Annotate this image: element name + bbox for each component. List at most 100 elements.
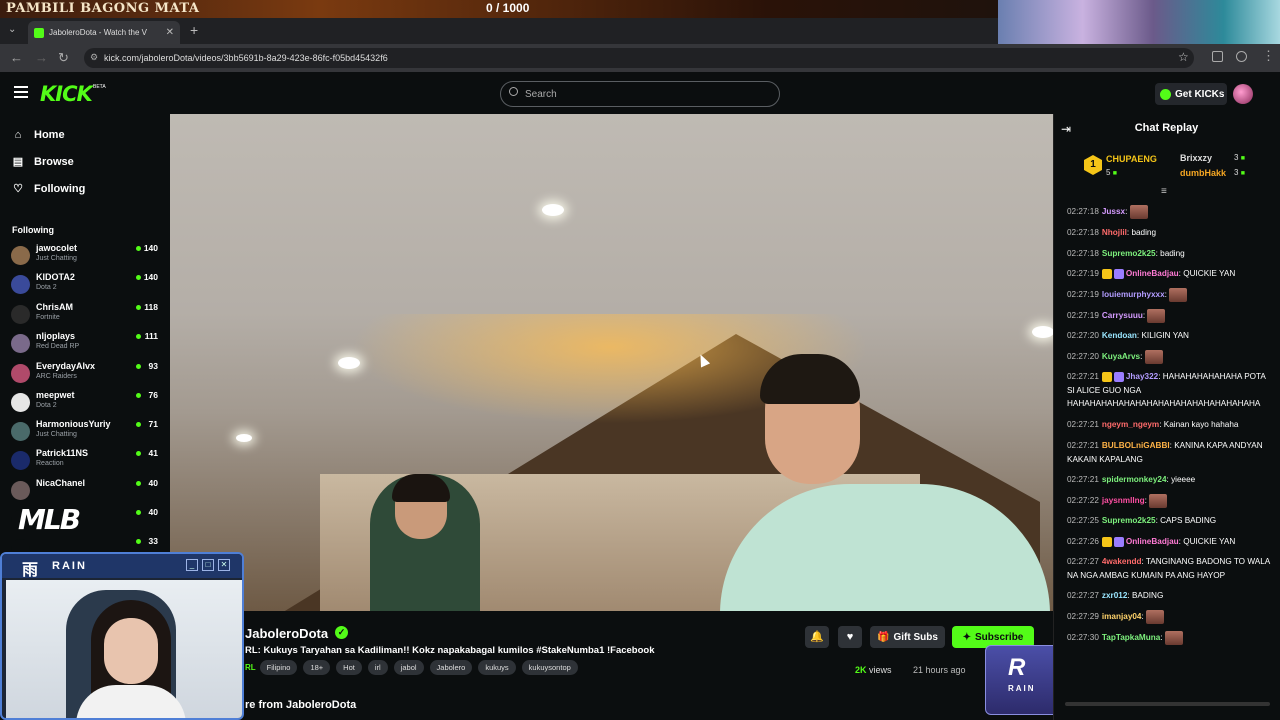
message-username[interactable]: KuyaArvs (1102, 352, 1140, 361)
tab-search-icon[interactable]: ⌄ (8, 24, 16, 35)
reload-icon[interactable]: ↻ (58, 50, 69, 66)
leaderboard-user-2[interactable]: Brixxzy (1180, 153, 1212, 163)
search-input[interactable]: Search (500, 81, 780, 107)
message-username[interactable]: Supremo2k25 (1102, 249, 1156, 258)
site-info-icon[interactable]: ⚙ (90, 52, 98, 63)
message-username[interactable]: BULBOLniGABBI (1102, 441, 1170, 450)
expand-leaderboard-icon[interactable]: ≡ (1161, 186, 1167, 197)
message-username[interactable]: zxr012 (1102, 591, 1128, 600)
gift-gem-icon: ■ (1240, 170, 1245, 177)
video-player[interactable] (170, 114, 1053, 611)
viewer-count: 71 (148, 419, 158, 429)
back-icon[interactable]: ← (10, 50, 23, 65)
profile-icon[interactable] (1236, 51, 1247, 62)
viewer-count: 93 (148, 361, 158, 371)
sidebar-nav-home[interactable]: ⌂ Home (12, 129, 65, 141)
message-text: bading (1160, 249, 1185, 258)
live-dot-icon (136, 451, 141, 456)
message-username[interactable]: imanjay04 (1102, 612, 1142, 621)
tab-close-icon[interactable]: ✕ (166, 27, 174, 38)
extensions-icon[interactable] (1212, 51, 1223, 62)
bookmark-star-icon[interactable]: ☆ (1178, 50, 1189, 64)
channel-name: NicaChanel (36, 478, 86, 488)
hamburger-menu-icon[interactable] (14, 86, 28, 101)
overlay-hero-art (998, 0, 1280, 44)
rain-brand-text: RAIN (52, 560, 87, 572)
kick-logo[interactable]: KICK (40, 82, 93, 106)
video-title: RL: Kukuys Taryahan sa Kadiliman!! Kokz … (245, 645, 655, 656)
channel-name[interactable]: JaboleroDota (245, 626, 328, 641)
viewer-count: 40 (148, 507, 158, 517)
following-channel-item[interactable]: EverydayAlvx ARC Raiders 93 (11, 361, 161, 389)
following-channel-item[interactable]: HarmoniousYuriy Just Chatting 71 (11, 419, 161, 447)
message-username[interactable]: Jhay322 (1126, 372, 1158, 381)
message-timestamp: 02:27:21 (1067, 372, 1099, 381)
live-dot-icon (136, 305, 141, 310)
following-channel-item[interactable]: Patrick11NS Reaction 41 (11, 448, 161, 476)
live-dot-icon (136, 275, 141, 280)
message-username[interactable]: louiemurphyxxx (1102, 290, 1165, 299)
chat-message: 02:27:18 Supremo2k25: bading (1067, 249, 1185, 258)
message-username[interactable]: spidermonkey24 (1102, 475, 1167, 484)
following-channel-item[interactable]: KIDOTA2 Dota 2 140 (11, 272, 161, 300)
sub-badge-icon (1113, 536, 1124, 547)
browser-tab[interactable]: JaboleroDota - Watch the V ✕ (28, 21, 180, 44)
leaderboard-user-1[interactable]: CHUPAENG (1106, 154, 1157, 164)
forward-icon[interactable]: → (35, 50, 48, 65)
emote-icon (1146, 610, 1165, 624)
chat-message: 02:27:19 OnlineBadjau: QUICKIE YAN (1067, 268, 1236, 279)
live-dot-icon (136, 364, 141, 369)
chat-scroll-indicator[interactable] (1065, 702, 1270, 706)
following-channel-item[interactable]: nljoplays Red Dead RP 111 (11, 331, 161, 359)
get-kicks-button[interactable]: Get KICKs (1155, 83, 1227, 105)
chat-message: 02:27:25 Supremo2k25: CAPS BADING (1067, 516, 1217, 525)
message-username[interactable]: Supremo2k25 (1102, 516, 1156, 525)
sub-badge-icon (1113, 371, 1124, 382)
tag-chip[interactable]: Filipino (259, 660, 298, 675)
tag-chip[interactable]: jabol (393, 660, 424, 675)
overlay-title: PAMBILI BAGONG MATA (6, 1, 200, 16)
tag-chip[interactable]: kukuysontop (521, 660, 578, 675)
leaderboard-user-3[interactable]: dumbHakk (1180, 168, 1226, 178)
following-channel-item[interactable]: meepwet Dota 2 76 (11, 390, 161, 418)
tag-chip[interactable]: irl (367, 660, 388, 675)
new-tab-icon[interactable]: + (190, 22, 198, 38)
gift-subs-button[interactable]: 🎁 Gift Subs (870, 626, 945, 648)
tag-chip[interactable]: Hot (336, 660, 362, 675)
follow-heart-button[interactable]: ♥ (838, 626, 862, 648)
message-username[interactable]: TapTapkaMuna (1102, 633, 1160, 642)
message-username[interactable]: Jussx (1102, 207, 1125, 216)
leaderboard-count-3: 3 ■ (1234, 168, 1245, 177)
sidebar-nav-browse[interactable]: ▤ Browse (12, 156, 74, 168)
view-count-label: views (869, 665, 892, 675)
browser-menu-icon[interactable]: ⋮ (1262, 48, 1275, 64)
message-username[interactable]: 4wakendd (1102, 557, 1142, 566)
crown-badge-icon (1101, 268, 1112, 279)
sidebar-nav-following[interactable]: ♡ Following (12, 183, 85, 195)
message-timestamp: 02:27:18 (1067, 207, 1099, 217)
channel-name: jawocolet (36, 243, 78, 253)
view-count: 2K views (855, 665, 892, 675)
following-channel-item[interactable]: jawocolet Just Chatting 140 (11, 243, 161, 271)
address-bar[interactable]: kick.com/jaboleroDota/videos/3bb5691b-8a… (84, 48, 1194, 68)
message-username[interactable]: OnlineBadjau (1126, 269, 1179, 278)
message-timestamp: 02:27:30 (1067, 633, 1099, 643)
message-timestamp: 02:27:19 (1067, 269, 1099, 278)
message-username[interactable]: Kendoan (1102, 331, 1137, 340)
viewer-count: 118 (144, 302, 158, 312)
following-channel-item[interactable]: NicaChanel 40 (11, 478, 161, 506)
message-username[interactable]: ngeym_ngeym (1102, 420, 1159, 429)
message-username[interactable]: OnlineBadjau (1126, 537, 1179, 546)
message-username[interactable]: Nhojlil (1102, 228, 1127, 237)
tag-chip[interactable]: Jabolero (429, 660, 473, 675)
following-channel-item[interactable]: ChrisAM Fortnite 118 (11, 302, 161, 330)
message-username[interactable]: jaysnmllng (1102, 496, 1145, 505)
emote-icon (1164, 631, 1183, 645)
message-text: QUICKIE YAN (1183, 537, 1236, 546)
tag-chip[interactable]: kukuys (478, 660, 516, 675)
channel-name: Patrick11NS (36, 448, 89, 458)
user-avatar[interactable] (1233, 84, 1253, 104)
tag-chip[interactable]: 18+ (303, 660, 331, 675)
message-username[interactable]: Carrysuuu (1102, 311, 1143, 320)
notification-bell-icon[interactable]: 🔔 (805, 626, 829, 648)
